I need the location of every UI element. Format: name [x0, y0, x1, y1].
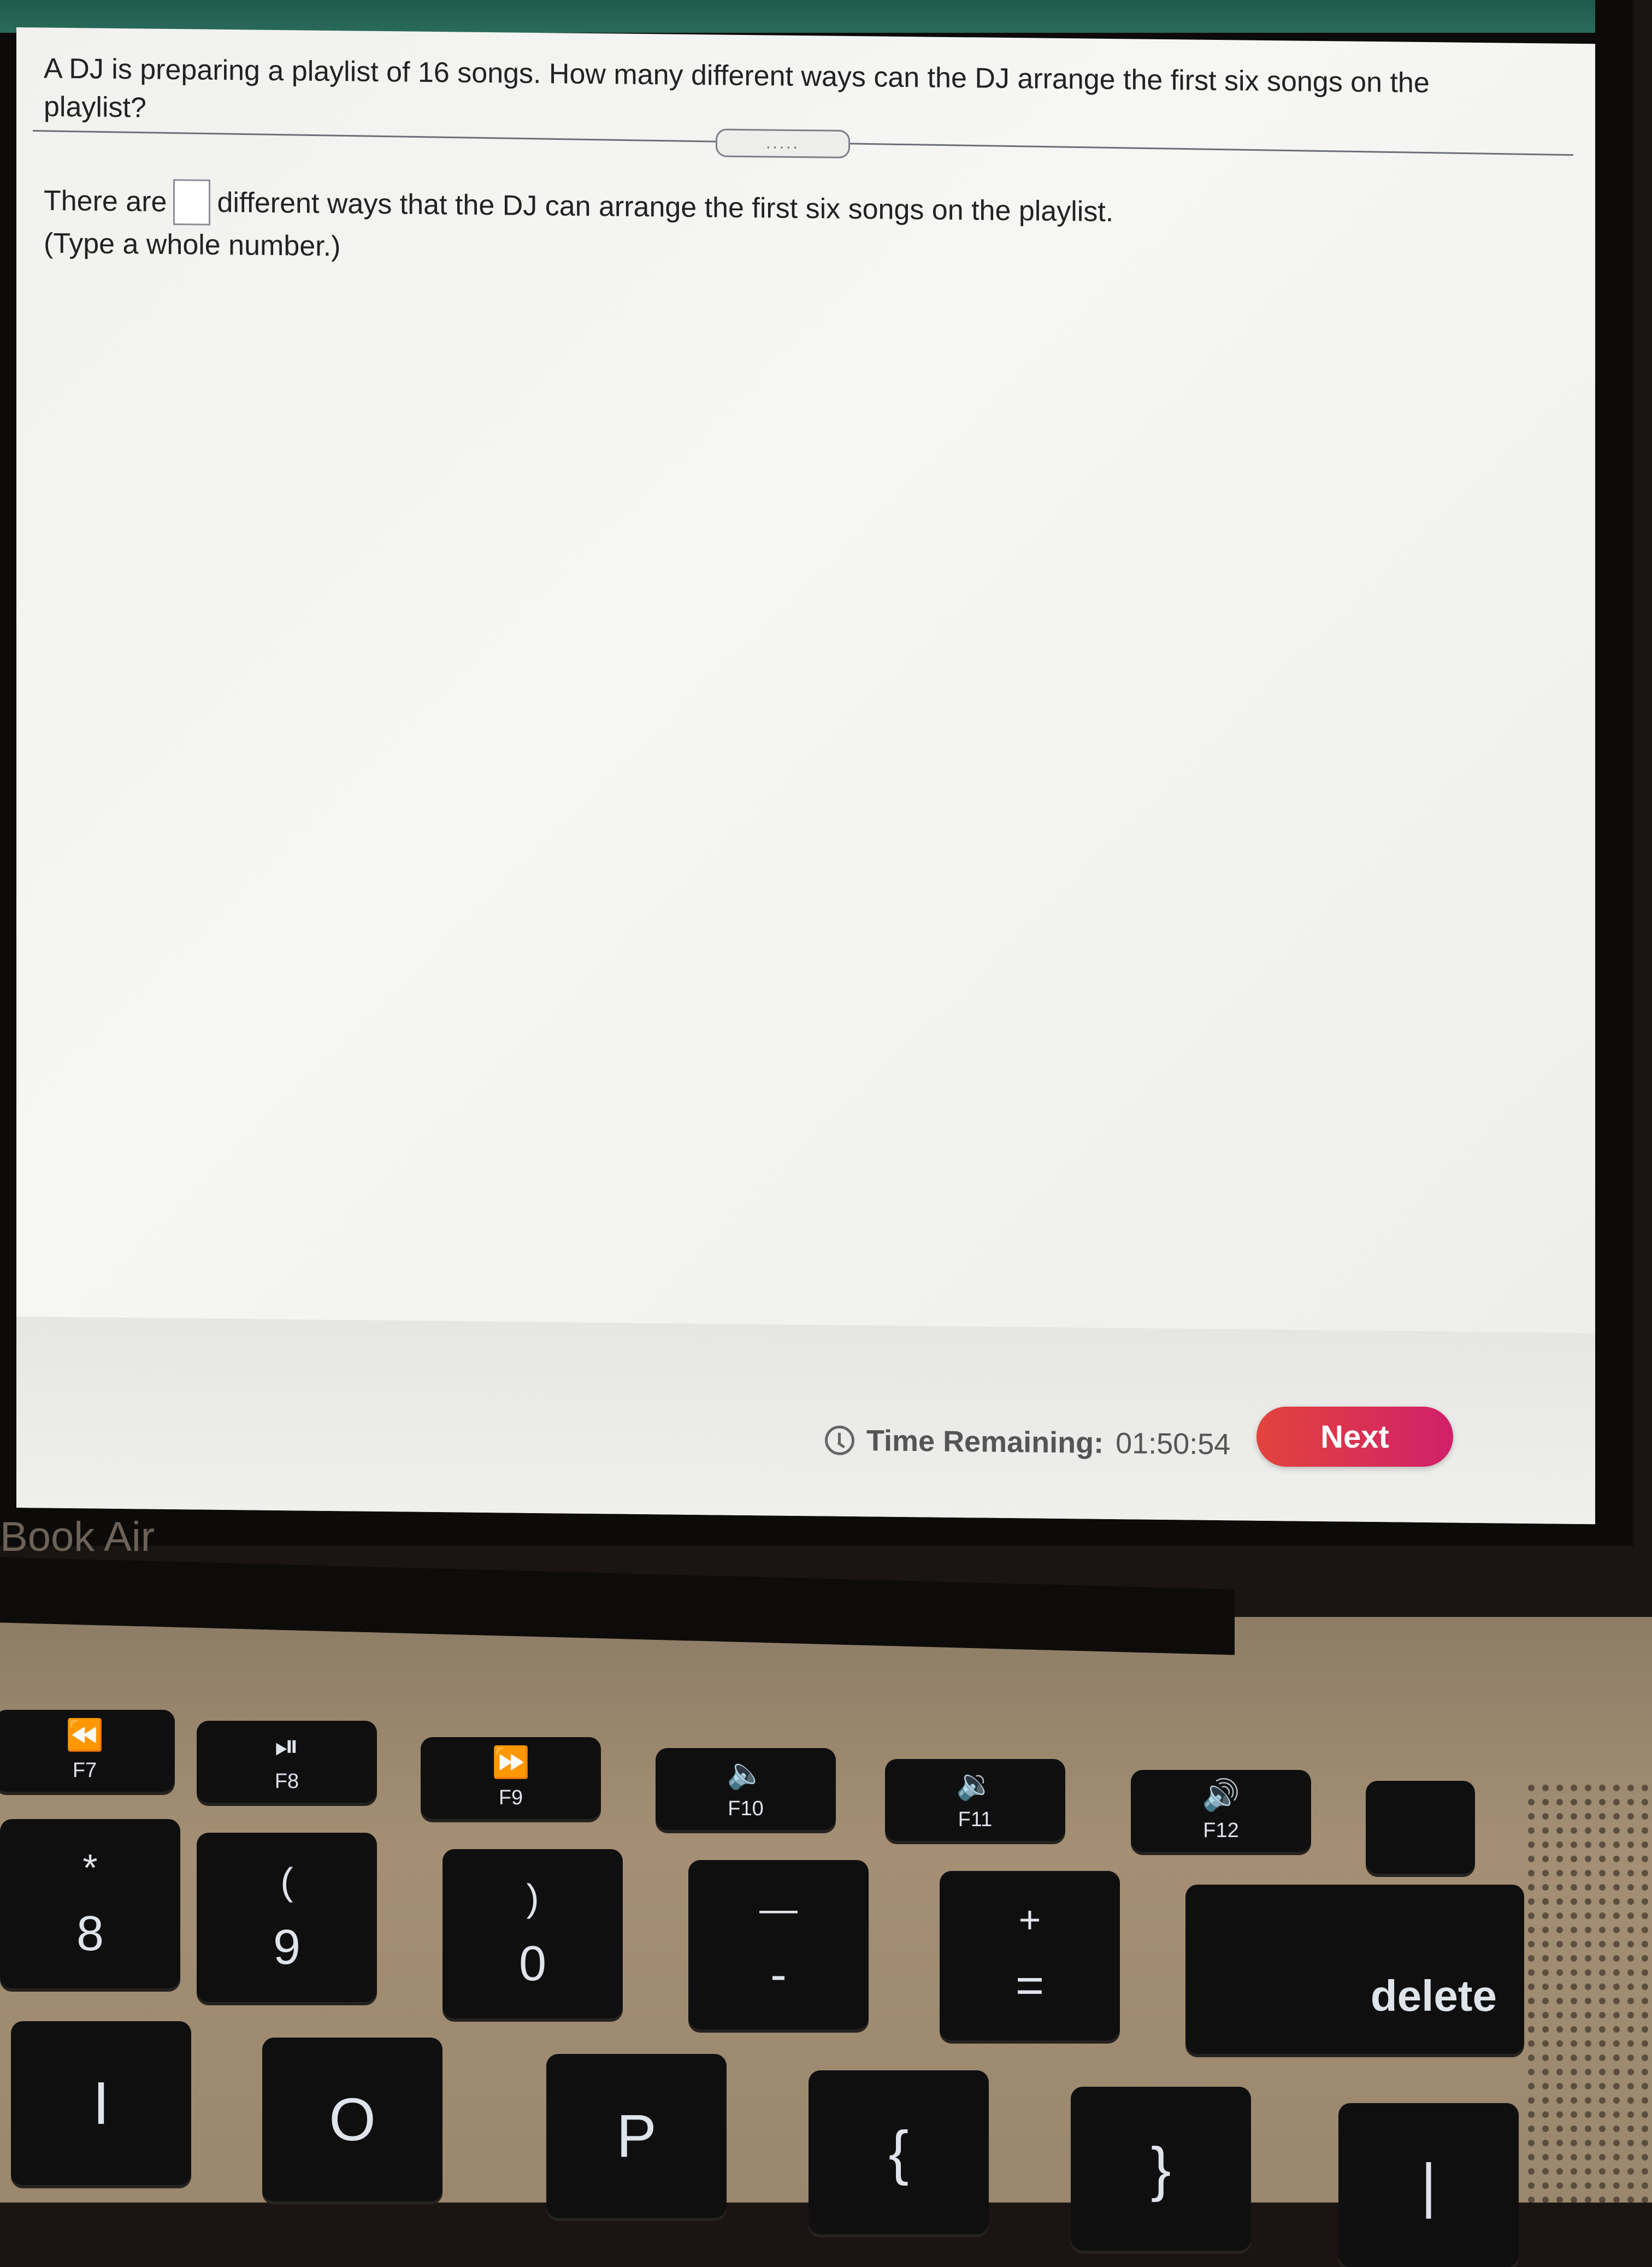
key-right-brace[interactable]: } [1071, 2087, 1251, 2251]
key-f7[interactable]: ⏪ F7 [0, 1710, 175, 1792]
key-9[interactable]: ( 9 [197, 1833, 377, 2002]
quiz-window: A DJ is preparing a playlist of 16 songs… [16, 27, 1595, 1525]
key-main-char: { [888, 2118, 909, 2186]
play-pause-icon: ⏯ [274, 1728, 299, 1763]
timer-value: 01:50:54 [1116, 1427, 1231, 1461]
key-8[interactable]: * 8 [0, 1819, 180, 1988]
key-main-char: - [770, 1947, 787, 2002]
answer-suffix: different ways that the DJ can arrange t… [217, 186, 1114, 228]
key-f11[interactable]: 🔉 F11 [885, 1759, 1065, 1841]
clock-icon [825, 1425, 854, 1456]
key-left-brace[interactable]: { [809, 2070, 989, 2234]
key-main-char: O [329, 2086, 376, 2153]
key-minus[interactable]: — - [688, 1860, 869, 2029]
key-f10[interactable]: 🔈 F10 [656, 1748, 836, 1830]
key-delete[interactable]: delete [1185, 1885, 1524, 2054]
key-o[interactable]: O [262, 2038, 442, 2201]
key-label: F9 [498, 1786, 523, 1809]
timer-label: Time Remaining: [866, 1424, 1104, 1460]
key-f12[interactable]: 🔊 F12 [1131, 1770, 1311, 1852]
key-power[interactable] [1366, 1781, 1475, 1874]
key-label: F11 [958, 1808, 993, 1831]
key-shift-char: ) [526, 1876, 539, 1919]
divider-resize-handle[interactable]: ..... [716, 128, 850, 158]
key-shift-char: + [1018, 1898, 1041, 1941]
time-remaining: Time Remaining: 01:50:54 [825, 1423, 1230, 1461]
key-main-char: } [1150, 2135, 1171, 2203]
key-main-char: 8 [76, 1906, 104, 1961]
key-main-char: = [1015, 1958, 1045, 2013]
speaker-grille [1524, 1781, 1652, 2203]
key-f8[interactable]: ⏯ F8 [197, 1721, 377, 1803]
device-brand-label: Book Air [0, 1514, 155, 1560]
volume-up-icon: 🔊 [1202, 1777, 1240, 1812]
key-main-char: | [1420, 2151, 1437, 2219]
answer-input[interactable] [173, 179, 211, 226]
question-text: A DJ is preparing a playlist of 16 songs… [44, 52, 1430, 124]
key-0[interactable]: ) 0 [442, 1849, 623, 2018]
key-main-char: 0 [518, 1936, 547, 1991]
fast-forward-icon: ⏩ [492, 1744, 530, 1779]
key-backslash[interactable]: | [1338, 2103, 1519, 2267]
rewind-icon: ⏪ [66, 1717, 104, 1752]
mute-icon: 🔈 [727, 1755, 765, 1790]
key-main-char: P [616, 2102, 657, 2170]
key-shift-char: — [759, 1887, 798, 1930]
key-label: F12 [1203, 1819, 1239, 1842]
key-p[interactable]: P [546, 2054, 727, 2218]
key-shift-char: * [82, 1846, 98, 1889]
key-label: F7 [72, 1758, 97, 1782]
top-banner [0, 0, 1595, 33]
key-label: delete [1370, 1971, 1497, 2020]
answer-hint: (Type a whole number.) [44, 227, 341, 263]
volume-down-icon: 🔉 [956, 1766, 994, 1801]
key-main-char: I [92, 2069, 110, 2137]
key-i[interactable]: I [11, 2021, 191, 2185]
key-shift-char: ( [280, 1859, 293, 1903]
key-equals[interactable]: + = [940, 1871, 1120, 2040]
key-main-char: 9 [273, 1920, 301, 1975]
key-f9[interactable]: ⏩ F9 [421, 1737, 601, 1819]
key-label: F10 [728, 1797, 764, 1820]
next-button[interactable]: Next [1256, 1407, 1453, 1467]
key-label: F8 [274, 1769, 299, 1793]
answer-prefix: There are [44, 185, 167, 218]
